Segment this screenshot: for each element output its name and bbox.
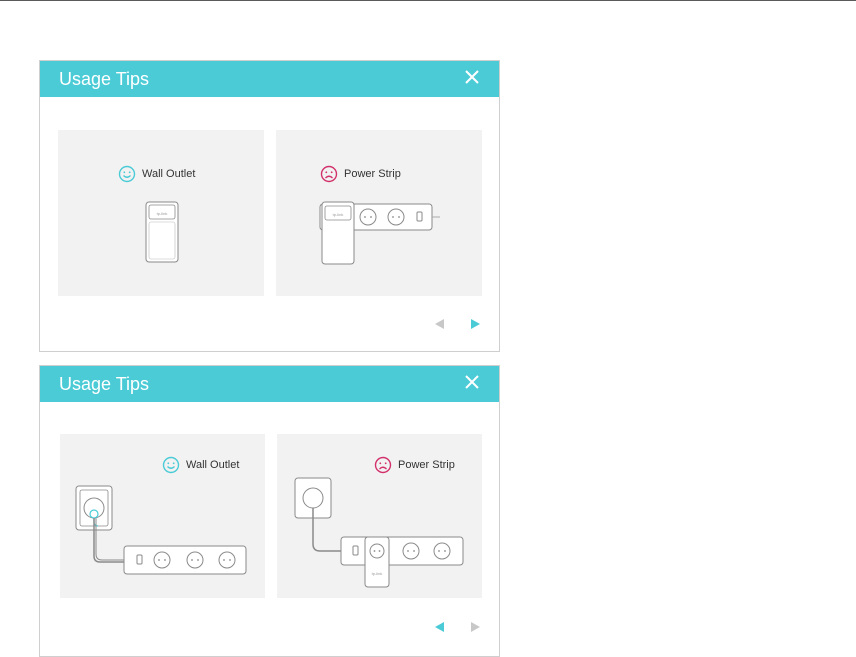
svg-text:tp-link: tp-link (372, 571, 383, 576)
power-strip-plug-illustration: tp-link (294, 477, 464, 588)
tip-panel-wall-outlet: Wall Outlet (60, 434, 265, 598)
triangle-left-icon[interactable] (433, 318, 447, 330)
wall-outlet-power-strip-illustration (75, 485, 247, 575)
svg-text:tp-link: tp-link (157, 211, 168, 216)
close-icon[interactable] (463, 68, 481, 86)
wall-outlet-extender-illustration: tp-link (145, 201, 179, 263)
dialog-title: Usage Tips (59, 374, 150, 394)
svg-text:tp-link: tp-link (333, 212, 344, 217)
usage-tips-dialog-1: Usage Tips Wall Outlet tp-link Power Str… (39, 60, 500, 352)
triangle-right-icon[interactable] (468, 621, 482, 633)
tip-panel-power-strip: Power Strip tp-link (277, 434, 482, 598)
close-icon[interactable] (463, 373, 481, 391)
tip-panel-power-strip: Power Strip tp-link (276, 130, 482, 296)
power-strip-extender-illustration: tp-link (319, 201, 440, 265)
tip-panel-wall-outlet: Wall Outlet tp-link (58, 130, 264, 296)
top-divider (0, 0, 856, 1)
dialog-header: Usage Tips (40, 61, 499, 97)
dialog-header: Usage Tips (40, 366, 499, 402)
triangle-left-icon[interactable] (433, 621, 447, 633)
dialog-title: Usage Tips (59, 69, 150, 89)
usage-tips-dialog-2: Usage Tips Wall Outlet Power Strip tp-li… (39, 365, 500, 657)
triangle-right-icon[interactable] (468, 318, 482, 330)
